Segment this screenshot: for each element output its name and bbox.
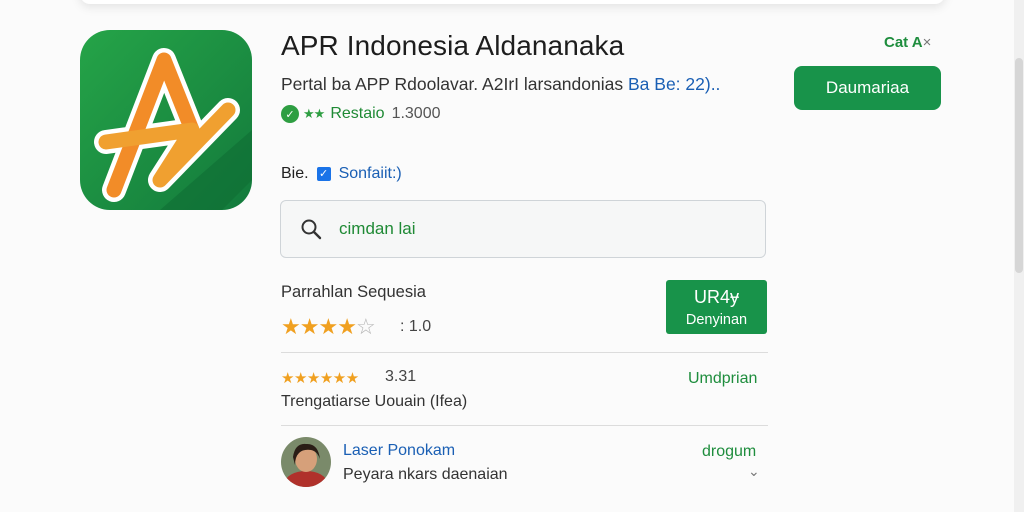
app-subtitle-link[interactable]: Ba Be: 22).. [628, 74, 720, 94]
app-subtitle-text: Pertal ba APP Rdoolavar. A2IrI larsandon… [281, 74, 624, 94]
star-empty-icon: ☆ [355, 314, 376, 339]
filter-checkbox[interactable]: ✓ [316, 167, 331, 181]
user-description: Peyara nkars daenaian [343, 466, 508, 483]
rating-card-button[interactable]: UR4ɏ Denyinan [666, 280, 767, 334]
filter-checkbox-label[interactable]: Sonfaiit:) [339, 165, 402, 183]
scrollbar-thumb[interactable] [1015, 58, 1023, 273]
app-logo-a-icon [80, 30, 252, 210]
review-score: 3.31 [385, 368, 417, 385]
close-icon[interactable]: × [923, 34, 932, 51]
cta-link-label[interactable]: Cat A [884, 34, 923, 51]
filter-row: Bie. ✓ Sonfaiit:) [281, 165, 402, 183]
search-value[interactable]: cimdan lai [339, 219, 416, 239]
star-filled-icon: ★ [318, 314, 338, 339]
rating-value-number: 1.0 [408, 318, 432, 335]
rating-value: : 1.0 [400, 318, 432, 335]
review-action-link[interactable]: Umdprian [688, 370, 757, 388]
star-filled-icon: ★ [281, 314, 301, 339]
star-filled-icon: ★ [337, 314, 357, 339]
leaf-badge-icon: ✓ [281, 105, 299, 123]
star-filled-icon: ★ [299, 314, 320, 339]
user-name[interactable]: Laser Ponokam [343, 442, 455, 460]
rating-section-title: Parrahlan Sequesia [281, 283, 426, 301]
rating-card-line1: UR4ɏ [693, 287, 739, 307]
avatar[interactable] [281, 437, 331, 487]
divider [281, 352, 768, 353]
search-input[interactable]: cimdan lai [280, 200, 766, 258]
top-card-edge [80, 0, 945, 4]
search-icon [299, 217, 323, 241]
divider [281, 425, 768, 426]
chevron-down-icon[interactable]: ⌄ [748, 463, 760, 480]
user-action-link[interactable]: drogum [702, 443, 756, 461]
primary-action-button[interactable]: Daumariaa [794, 66, 941, 110]
review-stars: ★★★★★★ [281, 370, 359, 387]
cta-link[interactable]: Cat A× [884, 34, 931, 51]
filter-prefix: Bie. [281, 165, 309, 182]
rating-count: 1.3000 [391, 105, 441, 122]
rating-label: Restaio [330, 105, 385, 122]
rating-stars-icon: ★★ [303, 106, 325, 121]
scrollbar-track[interactable] [1014, 0, 1024, 512]
app-subtitle: Pertal ba APP Rdoolavar. A2IrI larsandon… [281, 74, 720, 95]
app-rating-row: ✓ ★★ Restaio 1.3000 [281, 105, 441, 123]
app-title: APR Indonesia Aldananaka [281, 30, 625, 61]
rating-stars: ★★★★☆ [281, 314, 376, 340]
review-text: Trengatiarse Uouain (Ifea) [281, 393, 468, 410]
rating-card-line2: Denyinan [685, 312, 748, 328]
